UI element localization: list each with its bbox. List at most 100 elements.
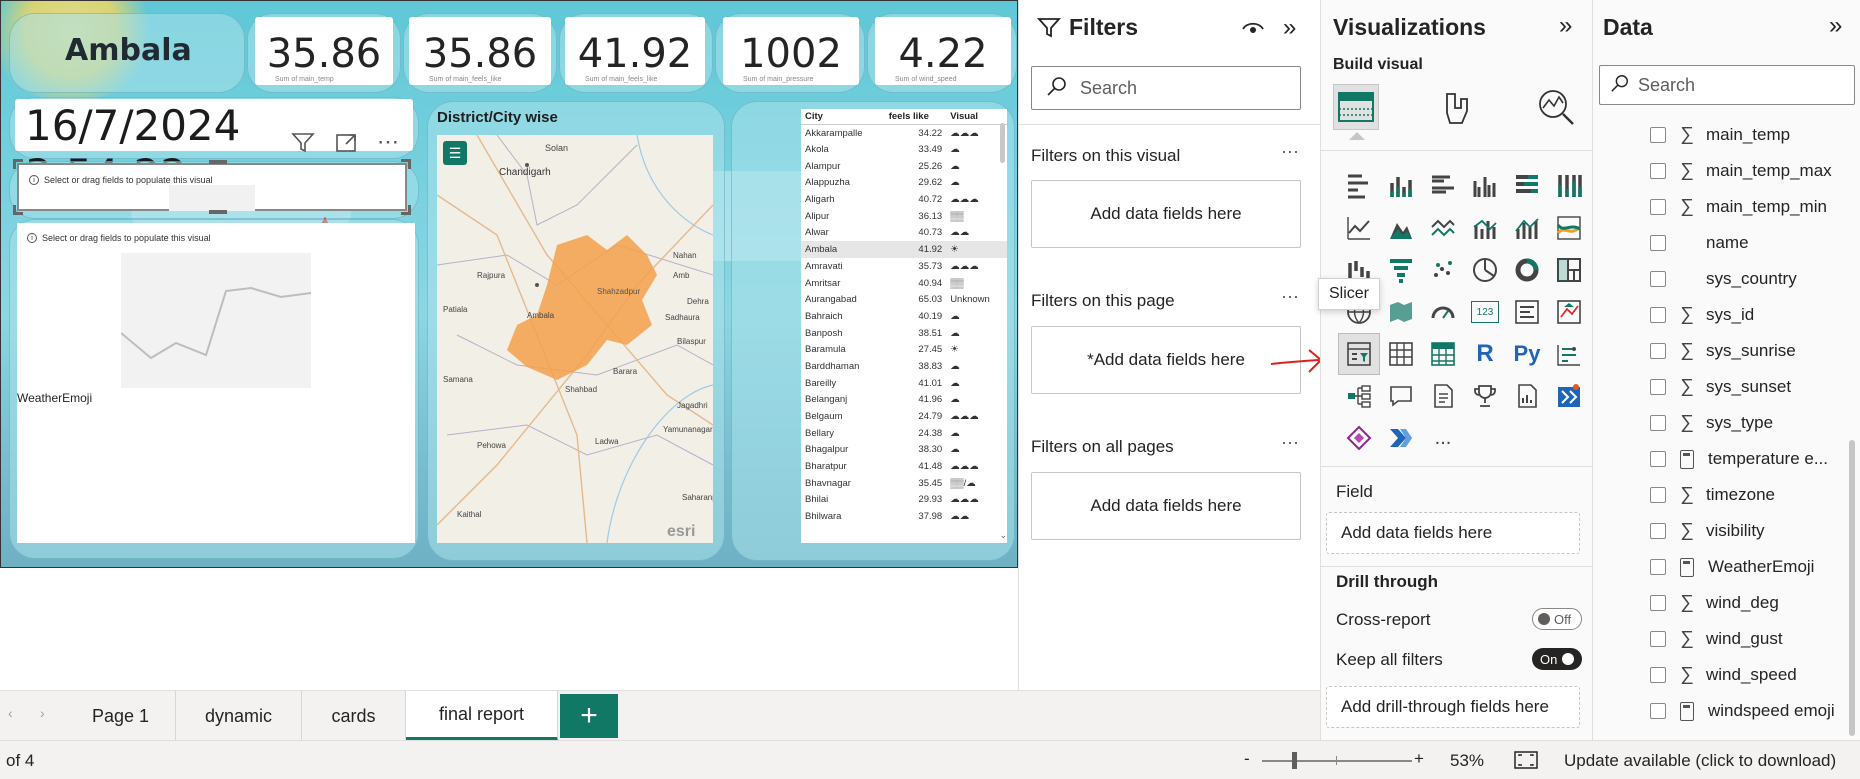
more-options-icon[interactable]: ⋯ [1281, 142, 1300, 163]
field-checkbox[interactable] [1650, 127, 1666, 143]
map-visual[interactable]: ☰ Solan Chandigarh Shahzadpur Ambala Raj… [437, 135, 713, 543]
card-icon[interactable]: 123 [1464, 291, 1506, 333]
donut-chart-icon[interactable] [1506, 249, 1548, 291]
table-row[interactable]: Aurangabad 65.03 Unknown [801, 291, 1007, 308]
zoom-slider-track[interactable] [1262, 760, 1412, 762]
data-field-item[interactable]: windspeed emoji [1650, 693, 1835, 729]
collapse-viz-icon[interactable]: » [1559, 12, 1572, 40]
data-scrollbar[interactable] [1849, 440, 1855, 736]
gauge-icon[interactable] [1422, 291, 1464, 333]
keep-all-filters-toggle[interactable]: On [1532, 648, 1582, 670]
data-field-item[interactable]: ∑ wind_deg [1650, 585, 1779, 621]
data-field-item[interactable]: ∑ visibility [1650, 513, 1765, 549]
table-row[interactable]: Akkarampalle 34.22 ☁☁☁ [801, 125, 1007, 142]
treemap-icon[interactable] [1548, 249, 1590, 291]
resize-handle[interactable] [209, 160, 227, 164]
eye-icon[interactable] [1241, 16, 1265, 45]
smart-narrative-icon[interactable] [1422, 375, 1464, 417]
scatter-icon[interactable] [1422, 249, 1464, 291]
page-filter-dropzone[interactable]: *Add data fields here [1031, 326, 1301, 394]
col-header-city[interactable]: City [801, 109, 885, 125]
data-field-item[interactable]: ∑ wind_gust [1650, 621, 1783, 657]
more-visuals-icon[interactable]: ... [1422, 417, 1464, 459]
field-checkbox[interactable] [1650, 415, 1666, 431]
kpi-icon[interactable] [1548, 291, 1590, 333]
data-field-item[interactable]: temperature e... [1650, 441, 1828, 477]
clustered-bar-icon[interactable] [1422, 165, 1464, 207]
multi-row-card-icon[interactable] [1506, 291, 1548, 333]
stacked-area-icon[interactable] [1422, 207, 1464, 249]
table-row[interactable]: Bahraich 40.19 ☁ [801, 308, 1007, 325]
field-checkbox[interactable] [1650, 379, 1666, 395]
tab-final-report[interactable]: final report [406, 691, 558, 741]
focus-mode-icon[interactable] [335, 131, 359, 160]
field-checkbox[interactable] [1650, 667, 1666, 683]
data-field-item[interactable]: name [1650, 225, 1749, 261]
table-row[interactable]: Alwar 40.73 ☁☁ [801, 225, 1007, 242]
drill-through-dropzone[interactable]: Add drill-through fields here [1326, 686, 1580, 728]
stacked-bar-icon[interactable] [1338, 165, 1380, 207]
table-row[interactable]: Akola 33.49 ☁ [801, 141, 1007, 158]
more-options-icon[interactable]: ⋯ [1281, 287, 1300, 308]
visual-filter-dropzone[interactable]: Add data fields here [1031, 180, 1301, 248]
zoom-in-button[interactable]: + [1414, 749, 1424, 769]
power-automate-icon[interactable] [1548, 375, 1590, 417]
field-checkbox[interactable] [1650, 595, 1666, 611]
table-scrollbar[interactable] [1000, 123, 1005, 163]
zoom-out-button[interactable]: - [1244, 749, 1250, 769]
data-field-item[interactable]: ∑ main_temp_max [1650, 153, 1832, 189]
fit-to-page-icon[interactable] [1514, 750, 1538, 775]
table-row[interactable]: Alappuzha 29.62 ☁ [801, 175, 1007, 192]
filters-search-input[interactable]: Search [1031, 66, 1301, 110]
table-icon[interactable] [1380, 333, 1422, 375]
table-row[interactable]: Bhagalpur 38.30 ☁ [801, 442, 1007, 459]
tab-dynamic[interactable]: dynamic [176, 691, 302, 741]
table-row[interactable]: Bareilly 41.01 ☁ [801, 375, 1007, 392]
data-field-item[interactable]: ∑ timezone [1650, 477, 1775, 513]
field-checkbox[interactable] [1650, 703, 1666, 719]
col-header-feels-like[interactable]: feels like [884, 109, 947, 125]
r-visual-icon[interactable]: R [1464, 333, 1506, 375]
table-row[interactable]: Amravati 35.73 ☁☁☁ [801, 258, 1007, 275]
data-field-item[interactable]: ∑ main_temp_min [1650, 189, 1827, 225]
kpi-card-1[interactable]: 35.86 Sum of main_temp [255, 17, 393, 85]
filter-icon[interactable] [291, 131, 315, 160]
100-stacked-column-icon[interactable] [1548, 165, 1590, 207]
area-chart-icon[interactable] [1380, 207, 1422, 249]
next-page-icon[interactable]: › [40, 705, 45, 721]
filled-map-icon[interactable] [1380, 291, 1422, 333]
table-row[interactable]: Ambala 41.92 ☀ [801, 241, 1007, 258]
kpi-card-2[interactable]: 35.86 Sum of main_feels_like [409, 17, 551, 85]
resize-handle[interactable] [13, 205, 23, 215]
data-field-item[interactable]: ∑ sys_sunset [1650, 369, 1791, 405]
table-row[interactable]: Aligarh 40.72 ☁☁☁ [801, 191, 1007, 208]
table-row[interactable]: Alipur 36.13 ▒▒ [801, 208, 1007, 225]
analytics-icon[interactable] [1537, 88, 1577, 133]
table-row[interactable]: Amritsar 40.94 ▒▒ [801, 275, 1007, 292]
table-row[interactable]: Baramula 27.45 ☀ [801, 341, 1007, 358]
line-clustered-column-icon[interactable] [1464, 207, 1506, 249]
data-field-item[interactable]: WeatherEmoji [1650, 549, 1814, 585]
goals-icon[interactable] [1464, 375, 1506, 417]
cross-report-toggle[interactable]: Off [1532, 608, 1582, 630]
field-checkbox[interactable] [1650, 451, 1666, 467]
power-automate-flow-icon[interactable] [1380, 417, 1422, 459]
field-dropzone[interactable]: Add data fields here [1326, 512, 1580, 554]
line-stacked-column-icon[interactable] [1506, 207, 1548, 249]
kpi-card-3[interactable]: 41.92 Sum of main_feels_like [565, 17, 705, 85]
city-table-visual[interactable]: City feels like Visual Akkarampalle 34.22… [801, 109, 1007, 543]
more-options-icon[interactable]: ⋯ [377, 129, 399, 155]
col-header-visual[interactable]: Visual [946, 109, 1007, 125]
tab-page-1[interactable]: Page 1 [66, 691, 176, 741]
table-row[interactable]: Belgaum 24.79 ☁☁☁ [801, 408, 1007, 425]
table-row[interactable]: Banposh 38.51 ☁ [801, 325, 1007, 342]
build-visual-tab[interactable] [1333, 84, 1379, 130]
line-chart-icon[interactable] [1338, 207, 1380, 249]
field-checkbox[interactable] [1650, 523, 1666, 539]
resize-handle[interactable] [13, 159, 23, 169]
data-field-item[interactable]: sys_country [1650, 261, 1797, 297]
data-field-item[interactable]: ∑ sys_sunrise [1650, 333, 1796, 369]
field-checkbox[interactable] [1650, 559, 1666, 575]
kpi-card-5[interactable]: 4.22 Sum of wind_speed [875, 17, 1011, 85]
add-page-button[interactable]: + [560, 694, 618, 738]
